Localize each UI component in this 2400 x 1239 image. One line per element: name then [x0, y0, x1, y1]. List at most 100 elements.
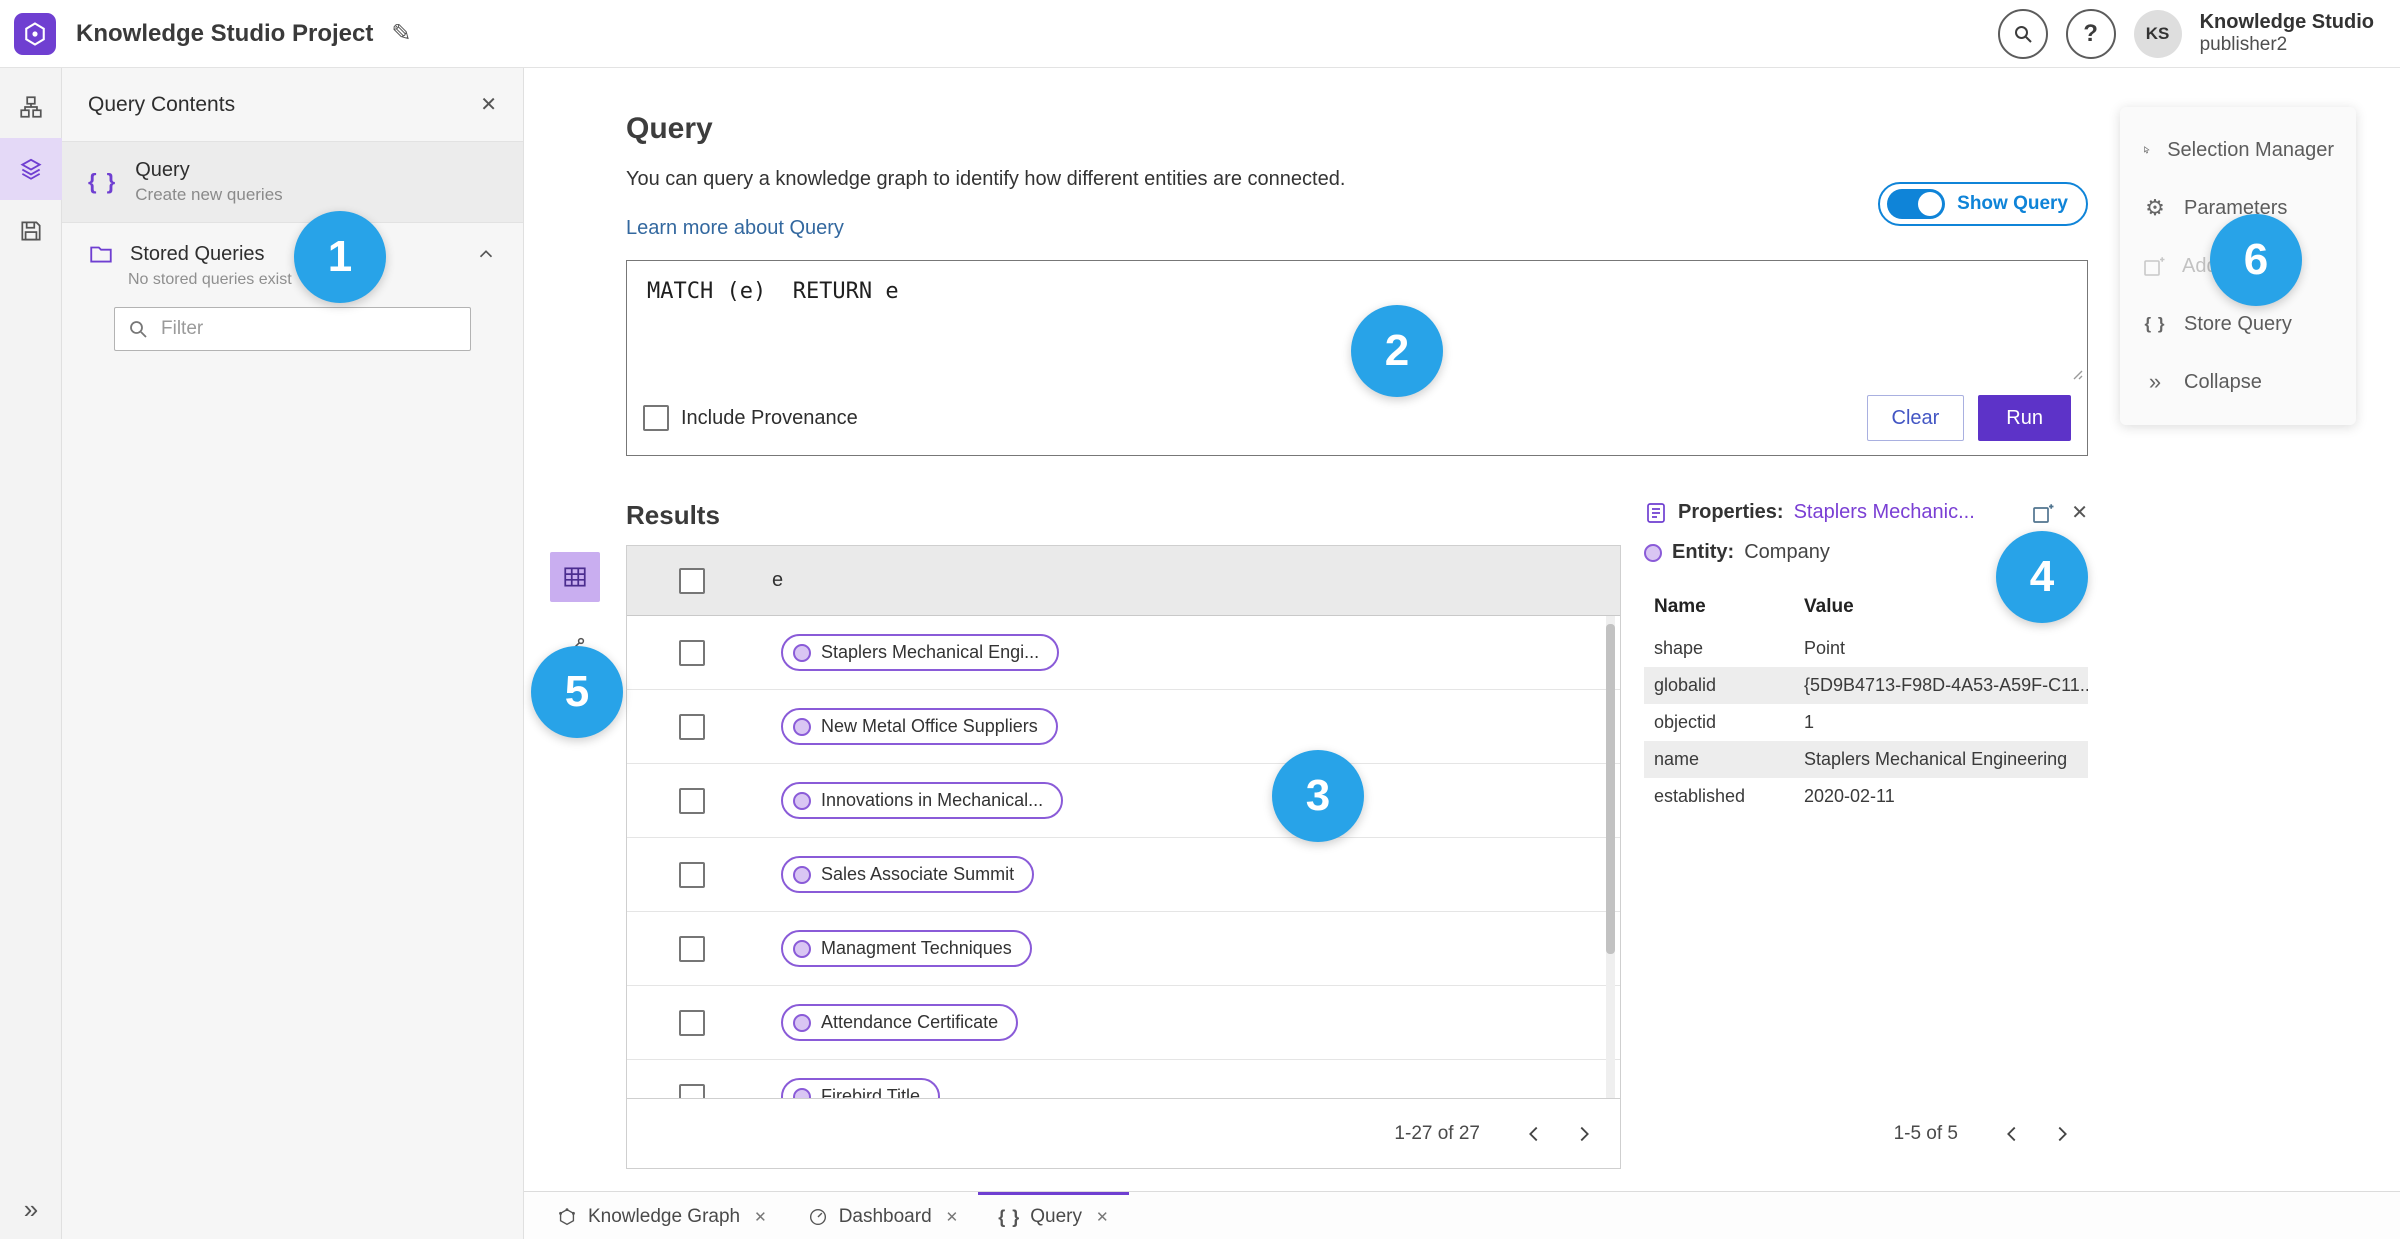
hierarchy-view-icon[interactable]	[0, 76, 62, 138]
properties-pagination: 1-5 of 5	[1893, 1123, 1958, 1144]
entity-type-icon	[1644, 543, 1662, 562]
braces-icon: { }	[2144, 314, 2166, 333]
entity-dot-icon	[793, 865, 811, 884]
entity-type-label: Entity:	[1672, 541, 1735, 563]
resize-handle[interactable]	[2069, 366, 2083, 380]
entity-dot-icon	[793, 1087, 811, 1098]
project-title: Knowledge Studio Project	[76, 19, 374, 47]
tab-close-icon[interactable]: ✕	[754, 1208, 767, 1226]
show-query-toggle[interactable]: Show Query	[1878, 182, 2088, 226]
toggle-switch[interactable]	[1887, 189, 1946, 219]
help-button[interactable]: ?	[2065, 8, 2116, 59]
main-content: Query You can query a knowledge graph to…	[524, 68, 2400, 1191]
table-row: Attendance Certificate	[627, 986, 1620, 1060]
menu-item-selection-manager[interactable]: Selection Manager	[2120, 121, 2356, 179]
panel-close-icon[interactable]: ✕	[480, 92, 497, 117]
results-table: e Staplers Mechanical Engi... New Metal …	[626, 545, 1621, 1169]
properties-icon	[1647, 502, 1665, 523]
collapse-icon: »	[2148, 369, 2162, 394]
table-view-button[interactable]	[550, 552, 600, 602]
row-checkbox[interactable]	[679, 861, 705, 888]
collapse-section-icon[interactable]	[475, 243, 497, 265]
scrollbar-thumb[interactable]	[1606, 624, 1615, 954]
dashboard-icon	[809, 1208, 826, 1226]
add-to-selection-icon[interactable]	[2031, 501, 2055, 525]
clear-button[interactable]: Clear	[1866, 395, 1965, 441]
search-button[interactable]	[1997, 8, 2048, 59]
menu-item-collapse[interactable]: » Collapse	[2120, 353, 2356, 411]
property-row: globalid {5D9B4713-F98D-4A53-A59F-C11...	[1644, 667, 2088, 704]
table-row: Managment Techniques	[627, 912, 1620, 986]
previous-page-button[interactable]	[1512, 1112, 1556, 1156]
stored-queries-section: Stored Queries No stored queries exist	[62, 223, 523, 369]
run-button[interactable]: Run	[1978, 395, 2071, 441]
entity-chip[interactable]: Sales Associate Summit	[781, 856, 1035, 893]
braces-icon: { }	[998, 1206, 1021, 1227]
properties-col-name: Name	[1654, 596, 1706, 617]
column-header-e: e	[772, 569, 784, 591]
entity-dot-icon	[793, 717, 811, 736]
query-item-sublabel: Create new queries	[135, 185, 283, 204]
row-checkbox[interactable]	[679, 1009, 705, 1036]
add-to-map-icon	[2144, 257, 2165, 276]
include-provenance-checkbox[interactable]	[643, 405, 669, 431]
annotation-badge-4: 4	[1996, 531, 2088, 623]
properties-previous-page-button[interactable]	[1990, 1112, 2034, 1156]
filter-search-icon	[126, 317, 150, 341]
table-row: New Metal Office Suppliers	[627, 690, 1620, 764]
entity-chip[interactable]: Innovations in Mechanical...	[781, 782, 1064, 819]
row-checkbox[interactable]	[679, 639, 705, 666]
entity-dot-icon	[793, 939, 811, 958]
user-role: publisher2	[2199, 34, 2288, 56]
sidebar-item-query[interactable]: { } Query Create new queries	[62, 142, 523, 223]
entity-dot-icon	[793, 791, 811, 810]
gear-icon: ⚙	[2145, 195, 2165, 220]
knowledge-graph-icon	[559, 1208, 575, 1226]
entity-chip[interactable]: Firebird Title	[781, 1078, 941, 1098]
properties-table: Name Value shape Point globalid {5D9B4713-…	[1644, 590, 2088, 815]
results-heading: Results	[626, 500, 720, 530]
expand-rail-icon[interactable]: »	[0, 1194, 62, 1225]
avatar[interactable]: KS	[2133, 9, 2182, 58]
tab-dashboard[interactable]: Dashboard ✕	[787, 1192, 979, 1239]
entity-chip[interactable]: Managment Techniques	[781, 930, 1032, 967]
properties-close-icon[interactable]: ✕	[2071, 500, 2088, 525]
annotation-badge-1: 1	[294, 211, 386, 303]
tab-close-icon[interactable]: ✕	[1096, 1208, 1109, 1226]
annotation-badge-2: 2	[1351, 305, 1443, 397]
next-page-button[interactable]	[1562, 1112, 1606, 1156]
property-row: established 2020-02-11	[1654, 786, 1895, 806]
layers-view-icon[interactable]	[0, 138, 62, 200]
folder-icon	[90, 246, 112, 263]
results-table-body: Staplers Mechanical Engi... New Metal Of…	[627, 616, 1620, 1098]
filter-input[interactable]	[114, 307, 471, 351]
entity-dot-icon	[793, 643, 811, 662]
select-all-checkbox[interactable]	[679, 567, 705, 594]
properties-next-page-button[interactable]	[2040, 1112, 2084, 1156]
row-checkbox[interactable]	[679, 1083, 705, 1098]
menu-item-store-query[interactable]: { } Store Query	[2120, 295, 2356, 353]
learn-more-link[interactable]: Learn more about Query	[626, 217, 844, 240]
app-logo-icon[interactable]	[14, 12, 56, 55]
tab-close-icon[interactable]: ✕	[946, 1208, 959, 1226]
save-icon[interactable]	[0, 200, 62, 262]
top-bar: Knowledge Studio Project ✎ ? KS Knowledg…	[0, 0, 2400, 68]
property-row: objectid 1	[1654, 712, 1815, 732]
entity-chip[interactable]: Attendance Certificate	[781, 1004, 1019, 1041]
tab-query[interactable]: { } Query ✕	[978, 1192, 1129, 1239]
bottom-tab-bar: Knowledge Graph ✕ Dashboard ✕ { } Query …	[524, 1191, 2400, 1239]
stored-queries-header[interactable]: Stored Queries	[88, 241, 497, 267]
row-checkbox[interactable]	[679, 787, 705, 814]
row-checkbox[interactable]	[679, 713, 705, 740]
entity-chip[interactable]: Staplers Mechanical Engi...	[781, 634, 1060, 671]
tab-knowledge-graph[interactable]: Knowledge Graph ✕	[536, 1192, 787, 1239]
left-icon-rail: »	[0, 68, 62, 1239]
property-row: name Staplers Mechanical Engineering	[1644, 741, 2088, 778]
properties-entity-link[interactable]: Staplers Mechanic...	[1794, 501, 1975, 524]
selection-manager-icon	[2144, 146, 2150, 154]
show-query-label: Show Query	[1957, 193, 2068, 214]
row-checkbox[interactable]	[679, 935, 705, 962]
entity-chip[interactable]: New Metal Office Suppliers	[781, 708, 1058, 745]
table-row: Innovations in Mechanical...	[627, 764, 1620, 838]
edit-title-icon[interactable]: ✎	[391, 19, 411, 48]
